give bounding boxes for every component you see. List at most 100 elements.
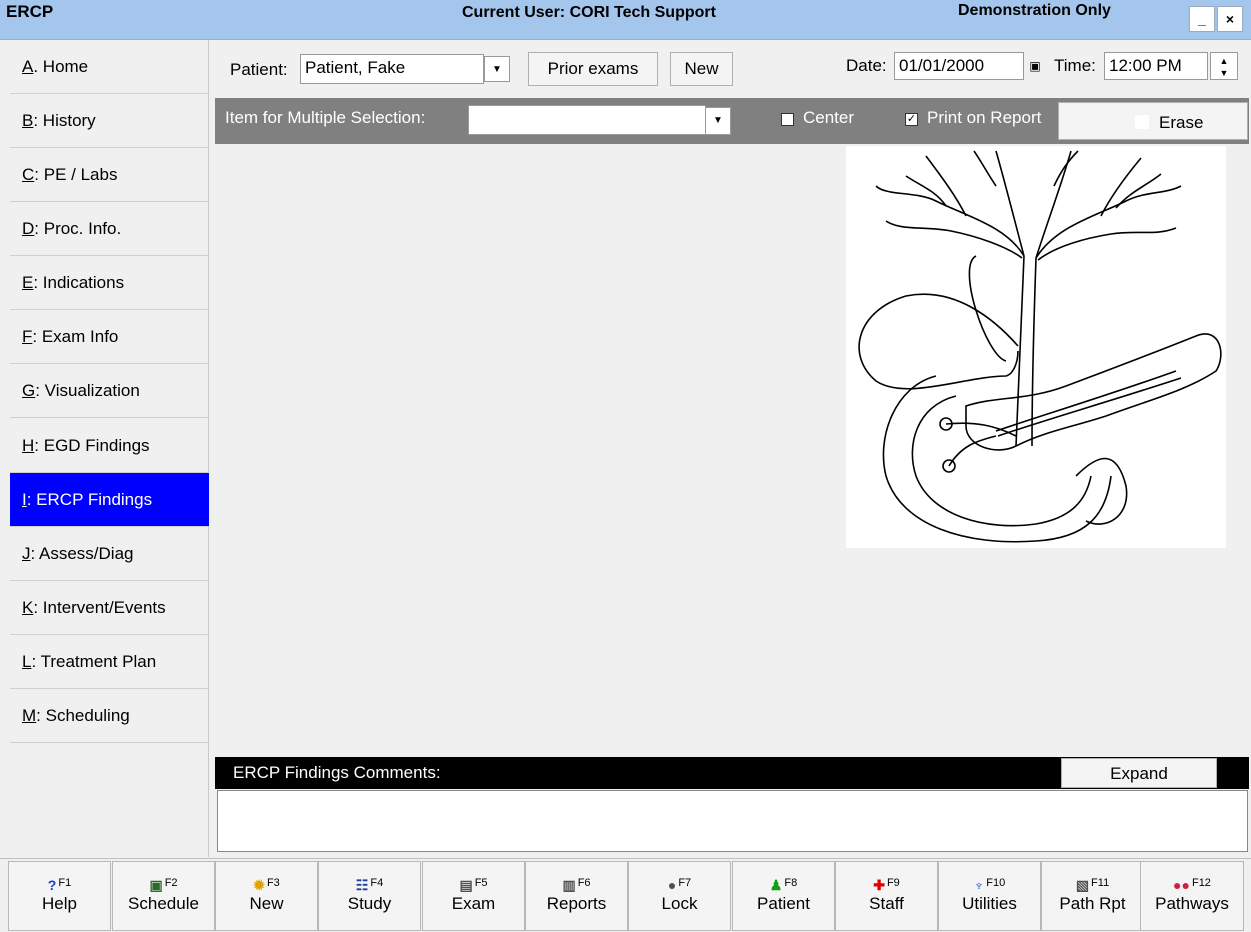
sidebar-item-label: : Proc. Info. (34, 219, 122, 238)
minimize-button[interactable]: _ (1189, 6, 1215, 32)
date-field[interactable]: 01/01/2000 (894, 52, 1024, 80)
demo-mode-label: Demonstration Only (958, 2, 1111, 19)
sidebar-item-ercp-findings[interactable]: I: ERCP Findings (10, 473, 209, 527)
print-on-report-checkbox[interactable]: ✓ (905, 113, 918, 126)
biliary-pancreatic-diagram[interactable] (846, 146, 1226, 548)
patient-dropdown-icon[interactable]: ▼ (484, 56, 510, 82)
patient-select[interactable]: Patient, Fake (300, 54, 484, 84)
fkey-label: F1 (58, 877, 72, 889)
fkey-new-button[interactable]: ✹ F3 New (215, 861, 318, 931)
sidebar-nav: A. Home B: History C: PE / Labs D: Proc. In… (0, 40, 209, 857)
fkey-staff-button[interactable]: ✚ F9 Staff (835, 861, 938, 931)
sidebar-item-hotkey: E (22, 273, 34, 292)
multiple-selection-label: Item for Multiple Selection: (225, 108, 426, 127)
fkey-label: F7 (678, 877, 692, 889)
center-label: Center (803, 108, 855, 127)
help-icon: ? (47, 877, 57, 894)
time-label: Time: (1054, 56, 1096, 75)
date-label: Date: (846, 56, 887, 75)
fkey-caption: Path Rpt (1059, 894, 1126, 913)
sidebar-item-label: : Exam Info (32, 327, 119, 346)
calendar-icon[interactable]: ▣ (1022, 53, 1048, 79)
sidebar-item-home[interactable]: A. Home (10, 40, 209, 94)
sidebar-item-hotkey: G (22, 381, 36, 400)
sidebar-item-label: . Home (33, 57, 89, 76)
fkey-utilities-button[interactable]: ♆ F10 Utilities (938, 861, 1041, 931)
fkey-path-rpt-button[interactable]: ▧ F11 Path Rpt (1041, 861, 1144, 931)
patient-icon: ♟ (769, 877, 783, 894)
sidebar-item-indications[interactable]: E: Indications (10, 256, 209, 310)
fkey-shortcut: ✚ F9 (836, 874, 937, 893)
print-on-report-label: Print on Report (927, 108, 1042, 127)
multiple-selection-dropdown-icon[interactable]: ▼ (705, 107, 731, 135)
sidebar-item-intervent-events[interactable]: K: Intervent/Events (10, 581, 209, 635)
fkey-label: F6 (577, 877, 591, 889)
time-field[interactable]: 12:00 PM (1104, 52, 1208, 80)
multiple-selection-select[interactable] (468, 105, 706, 135)
sidebar-item-hotkey: A (22, 57, 34, 76)
close-button[interactable]: × (1217, 6, 1243, 32)
fkey-label: F5 (474, 877, 488, 889)
fkey-label: F3 (266, 877, 280, 889)
sidebar-item-exam-info[interactable]: F: Exam Info (10, 310, 209, 364)
new-icon: ✹ (253, 877, 265, 894)
fkey-schedule-button[interactable]: ▣ F2 Schedule (112, 861, 215, 931)
fkey-exam-button[interactable]: ▤ F5 Exam (422, 861, 525, 931)
sidebar-item-history[interactable]: B: History (10, 94, 209, 148)
fkey-label: F11 (1091, 877, 1110, 889)
sidebar-item-hotkey: K (22, 598, 34, 617)
new-patient-button[interactable]: New (670, 52, 733, 86)
comments-textarea[interactable] (217, 790, 1248, 852)
fkey-shortcut: ♟ F8 (733, 874, 834, 894)
sidebar-item-egd-findings[interactable]: H: EGD Findings (10, 419, 209, 473)
time-spinner-icon[interactable]: ▲ ▼ (1210, 52, 1238, 80)
fkey-patient-button[interactable]: ♟ F8 Patient (732, 861, 835, 931)
fkey-caption: Exam (451, 894, 496, 913)
fkey-shortcut: ☷ F4 (319, 874, 420, 894)
title-bar: ERCP Current User: CORI Tech Support Dem… (0, 0, 1251, 40)
fkey-caption: Staff (869, 894, 904, 913)
fkey-shortcut: ● F7 (629, 874, 730, 893)
fkey-shortcut: ✹ F3 (216, 874, 317, 894)
fkey-caption: Schedule (128, 894, 199, 913)
fkey-reports-button[interactable]: ▥ F6 Reports (525, 861, 628, 931)
fkey-pathways-button[interactable]: ●● F12 Pathways (1140, 861, 1244, 931)
fkey-label: F10 (986, 877, 1006, 889)
fkey-shortcut: ●● F12 (1141, 874, 1243, 893)
fkey-shortcut: ▣ F2 (113, 874, 214, 894)
schedule-icon: ▣ (149, 877, 163, 894)
fkey-caption: Lock (661, 894, 698, 913)
sidebar-item-label: : EGD Findings (34, 436, 150, 455)
fkey-label: F2 (164, 877, 178, 889)
prior-exams-button[interactable]: Prior exams (528, 52, 658, 86)
fkey-shortcut: ▥ F6 (526, 874, 627, 894)
current-user: Current User: CORI Tech Support (462, 4, 716, 21)
sidebar-item-hotkey: C (22, 165, 35, 184)
sidebar-item-assess-diag[interactable]: J: Assess/Diag (10, 527, 209, 581)
fkey-caption: Patient (757, 894, 810, 913)
exam-icon: ▤ (459, 877, 473, 894)
fkey-label: F12 (1191, 877, 1211, 889)
sidebar-item-treatment-plan[interactable]: L: Treatment Plan (10, 635, 209, 689)
sidebar-item-label: : Scheduling (36, 706, 130, 725)
fkey-lock-button[interactable]: ● F7 Lock (628, 861, 731, 931)
fkey-caption: Reports (546, 894, 607, 913)
erase-checkbox[interactable] (1135, 115, 1149, 129)
sidebar-item-hotkey: H (22, 436, 35, 455)
fkey-label: F4 (370, 877, 384, 889)
study-icon: ☷ (355, 877, 369, 894)
center-checkbox[interactable] (781, 113, 794, 126)
fkey-caption: Help (42, 894, 77, 913)
reports-icon: ▥ (562, 877, 576, 894)
sidebar-item-label: : PE / Labs (34, 165, 118, 184)
sidebar-item-visualization[interactable]: G: Visualization (10, 364, 209, 418)
fkey-help-button[interactable]: ? F1 Help (8, 861, 111, 931)
comments-title: ERCP Findings Comments: (233, 763, 441, 782)
sidebar-item-pe-labs[interactable]: C: PE / Labs (10, 148, 209, 202)
utilities-icon: ♆ (973, 877, 985, 894)
sidebar-item-proc-info[interactable]: D: Proc. Info. (10, 202, 209, 256)
erase-button[interactable]: Erase (1058, 102, 1248, 140)
expand-button[interactable]: Expand (1061, 758, 1217, 788)
sidebar-item-scheduling[interactable]: M: Scheduling (10, 689, 209, 743)
fkey-study-button[interactable]: ☷ F4 Study (318, 861, 421, 931)
